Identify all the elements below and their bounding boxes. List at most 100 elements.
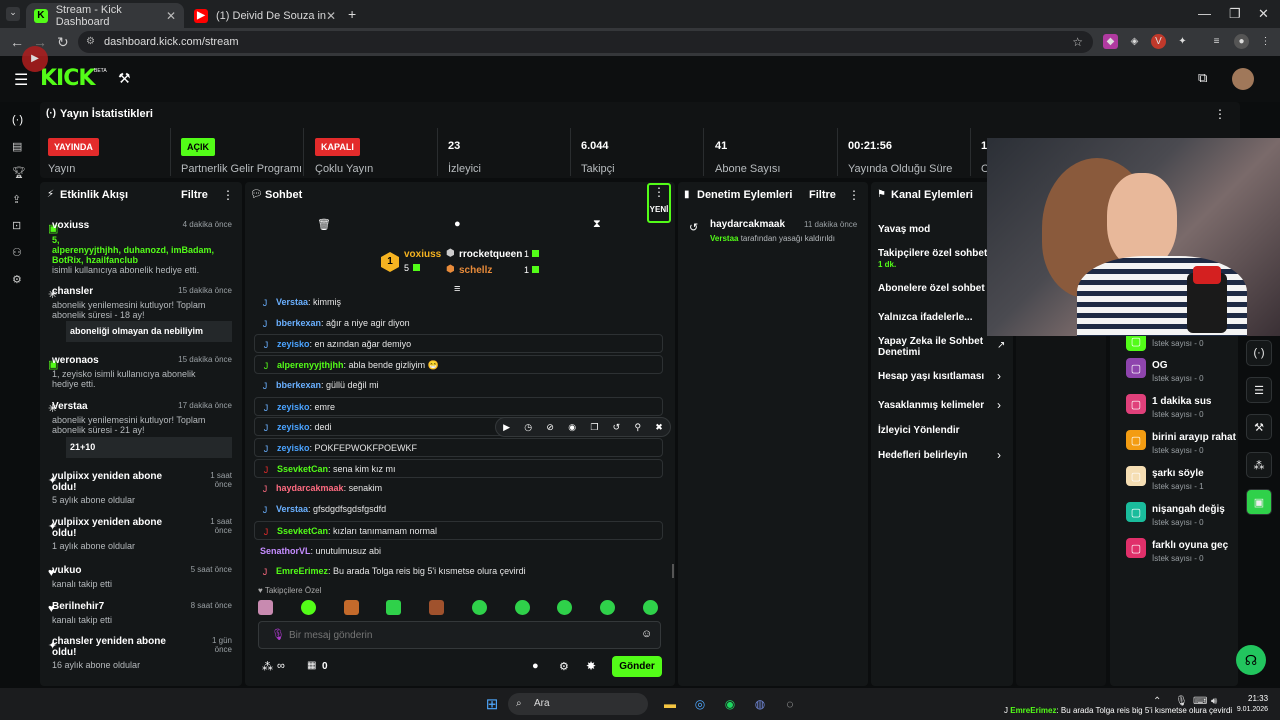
gifter-name[interactable]: rrocketqueen — [459, 249, 522, 260]
kick-logo[interactable]: KICK — [40, 66, 95, 91]
chat-message[interactable]: J Verstaa: kimmiş — [254, 293, 663, 312]
clock-time[interactable]: 21:33 — [1248, 694, 1268, 703]
chat-input-wrapper[interactable]: 🎙︎ ☺ — [258, 621, 661, 649]
emote[interactable] — [471, 600, 487, 615]
tab-youtube[interactable]: ▶ (1) Deivid De Souza insane goal ✕ — [186, 3, 344, 28]
back-icon[interactable]: ← — [10, 34, 24, 50]
chat-username[interactable]: SenathorVL — [260, 546, 311, 556]
chat-username[interactable]: haydarcakmaak — [276, 483, 344, 493]
chat-input[interactable] — [289, 626, 629, 644]
extensions-puzzle-icon[interactable]: ✦ — [1175, 34, 1190, 49]
chevron-right-icon[interactable]: › — [997, 369, 1001, 383]
activity-user[interactable]: vulpiixx yeniden abone oldu! — [52, 471, 182, 493]
moderator-name[interactable]: Verstaa — [710, 234, 738, 243]
new-tab-button[interactable]: + — [348, 6, 356, 22]
chat-username[interactable]: Verstaa — [276, 504, 308, 514]
more-icon[interactable]: ⋮ — [848, 188, 860, 202]
send-button[interactable]: Gönder — [612, 656, 662, 677]
trash-icon[interactable]: 🗑︎ — [317, 218, 331, 231]
menu-icon[interactable]: ⋮ — [1258, 34, 1273, 49]
chat-message[interactable]: Jbberkexan: güllü değil mi — [254, 376, 663, 395]
url-field[interactable]: ⚙ dashboard.kick.com/stream ☆ — [78, 31, 1093, 53]
settings-icon[interactable]: ⚙ — [559, 660, 569, 673]
chat-message[interactable]: J SsevketCan: sena kim kız mı — [254, 459, 663, 478]
hamburger-icon[interactable]: ☰ — [14, 70, 28, 90]
raid-option[interactable]: İzleyici Yönlendir — [878, 425, 960, 436]
goals-option[interactable]: Hedefleri belirleyin — [878, 450, 967, 461]
filter-button[interactable]: Filtre — [181, 189, 208, 201]
ban-icon[interactable]: ⊘ — [546, 422, 554, 433]
external-link-icon[interactable]: ↗ — [997, 340, 1005, 351]
chevron-up-icon[interactable]: ⌃ — [1153, 696, 1161, 707]
emote[interactable] — [300, 600, 316, 615]
network-icon[interactable]: ⌨ — [1193, 696, 1207, 707]
users-icon[interactable]: ⁂ — [1246, 452, 1272, 478]
activity-user[interactable]: vulpiixx yeniden abone oldu! — [52, 517, 182, 539]
settings-icon[interactable]: ⚙ — [12, 273, 22, 286]
chat-username[interactable]: zeyisko — [277, 443, 310, 453]
close-window-icon[interactable]: ✕ — [1258, 6, 1269, 22]
microphone-icon[interactable]: 🎙︎ — [271, 628, 285, 641]
chevron-right-icon[interactable]: › — [997, 398, 1001, 412]
chat-username[interactable]: bberkexan — [276, 380, 321, 390]
moderation-user[interactable]: haydarcakmaak — [710, 219, 785, 230]
moderation-icon[interactable]: ⊡ — [12, 219, 21, 232]
close-icon[interactable]: ✕ — [326, 9, 336, 23]
upload-icon[interactable]: ⇪ — [12, 193, 21, 206]
emote-only-option[interactable]: Yalnızca ifadelerle... — [878, 312, 973, 323]
subscribers-only-option[interactable]: Abonelere özel sohbet — [878, 283, 985, 294]
wrench-icon[interactable]: ⚒ — [118, 70, 131, 87]
microphone-icon[interactable]: 🎙︎ — [1175, 696, 1188, 707]
support-icon[interactable]: ☊ — [1236, 645, 1266, 675]
reward-name[interactable]: nişangah değiş — [1152, 504, 1236, 515]
volume-icon[interactable]: 🔊︎ — [1211, 696, 1217, 707]
extension-icon[interactable]: ◈ — [1127, 34, 1142, 49]
emoji-icon[interactable]: ☺ — [641, 628, 652, 640]
user-avatar[interactable] — [1232, 68, 1254, 90]
trophy-icon[interactable]: 🏆︎ — [12, 166, 26, 179]
message-icon[interactable]: ● — [532, 660, 539, 672]
chat-username[interactable]: SsevketCan — [277, 464, 328, 474]
play-icon[interactable]: ▶ — [503, 422, 510, 433]
chat-message[interactable]: J Verstaa: gfsdgdfsgdsfgsdfd — [254, 500, 663, 519]
reward-name[interactable]: 1 dakika sus — [1152, 396, 1236, 407]
more-icon[interactable]: ⋮ — [649, 185, 669, 199]
activity-user[interactable]: chansler yeniden abone oldu! — [52, 636, 182, 658]
tab-list-icon[interactable]: ⌄ — [6, 7, 20, 21]
minimize-icon[interactable]: — — [1198, 6, 1211, 21]
chat-username[interactable]: alperenyyjthjhh — [277, 360, 344, 370]
undo-icon[interactable]: ↺ — [613, 422, 621, 433]
chat-username[interactable]: bberkexan — [276, 318, 321, 328]
file-explorer-icon[interactable]: ▬ — [660, 694, 680, 714]
trash-icon[interactable]: ✖ — [655, 422, 663, 433]
emote[interactable] — [600, 600, 616, 615]
spotify-icon[interactable]: ◉ — [720, 694, 740, 714]
chat-message[interactable]: Jzeyisko: en azından ağar demiyo — [254, 334, 663, 353]
more-icon[interactable]: ⋮ — [1214, 107, 1226, 121]
chat-username[interactable]: EmreErimez — [276, 566, 328, 576]
chat-message[interactable]: J SsevketCan: kızları tanımamam normal — [254, 521, 663, 540]
users-icon[interactable]: ⚇ — [12, 246, 22, 259]
tab-kick[interactable]: K Stream - Kick Dashboard ✕ — [26, 3, 184, 28]
message-icon[interactable]: ● — [454, 218, 461, 230]
chat-username[interactable]: zeyisko — [277, 339, 310, 349]
bookmark-star-icon[interactable]: ☆ — [1072, 31, 1083, 53]
chat-message[interactable]: Jbberkexan: ağır a niye agir diyon — [254, 314, 663, 333]
emote[interactable] — [386, 600, 402, 615]
pin-icon[interactable]: ⚲ — [634, 422, 641, 433]
more-icon[interactable]: ⋮ — [222, 188, 234, 202]
timeout-icon[interactable]: ◷ — [524, 422, 532, 433]
chat-message[interactable]: Jzeyisko: POKFEPWOKFPOEWKF — [254, 438, 663, 457]
reward-name[interactable]: şarkı söyle — [1152, 468, 1236, 479]
followers-only-option[interactable]: Takipçilere özel sohbet — [878, 248, 988, 259]
wrench-icon[interactable]: ⚒ — [1246, 414, 1272, 440]
broadcast-icon[interactable]: (·) — [1246, 340, 1272, 366]
filter-button[interactable]: Filtre — [809, 189, 836, 201]
banned-words-option[interactable]: Yasaklanmış kelimeler — [878, 400, 984, 411]
chat-message[interactable]: Jhaydarcakmaak: senakim — [254, 479, 663, 498]
copy-icon[interactable]: ❐ — [590, 422, 598, 433]
top-gifter-name[interactable]: voxiuss — [404, 249, 441, 260]
chat-message[interactable]: J EmreErimez: Bu arada Tolga reis big 5'i… — [254, 562, 663, 581]
site-info-icon[interactable]: ⚙ — [86, 31, 95, 53]
scrollbar[interactable] — [672, 564, 674, 578]
